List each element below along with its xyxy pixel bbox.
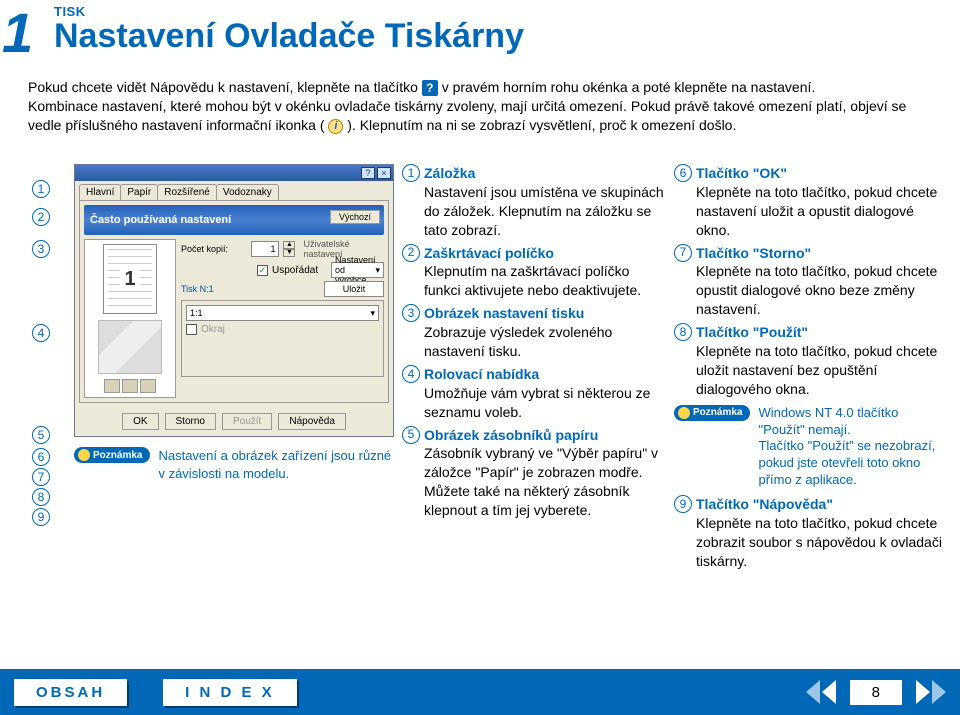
item-title: Záložka [424, 164, 475, 183]
right-note-text: Windows NT 4.0 tlačítko "Použít" nemají.… [758, 405, 948, 489]
item-title: Tlačítko "Storno" [696, 244, 811, 263]
item-number: 3 [402, 304, 420, 322]
apply-button[interactable]: Použít [222, 413, 272, 430]
note-badge: Poznámka [74, 447, 150, 463]
item-title: Obrázek nastavení tisku [424, 304, 584, 323]
next-button[interactable] [916, 680, 946, 704]
preset-select[interactable]: Nastavení od výrobce▾ [331, 262, 384, 278]
info-icon: i [328, 119, 343, 134]
item-number: 2 [402, 244, 420, 262]
preview-pane: 1 [84, 239, 176, 398]
callout-9: 9 [32, 508, 50, 526]
list-item: 5Obrázek zásobníků papíruZásobník vybran… [402, 426, 666, 520]
item-title: Zaškrtávací políčko [424, 244, 554, 263]
list-item: 1ZáložkaNastavení jsou umístěna ve skupi… [402, 164, 666, 240]
list-item: 3Obrázek nastavení tiskuZobrazuje výsled… [402, 304, 666, 361]
intro-paragraph: Pokud chcete vidět Nápovědu k nastavení,… [28, 78, 940, 135]
help-button[interactable]: Nápověda [278, 413, 346, 430]
copies-label: Počet kopií: [181, 244, 247, 254]
index-button[interactable]: I N D E X [163, 679, 297, 706]
list-item: 8Tlačítko "Použít"Klepněte na toto tlačí… [674, 323, 948, 399]
tisk-fieldset: 1:1▾ Okraj [181, 300, 384, 377]
tisk-select[interactable]: 1:1▾ [186, 305, 379, 321]
page-number: 8 [850, 680, 902, 705]
callout-3: 3 [32, 240, 50, 258]
callout-2: 2 [32, 208, 50, 226]
item-number: 7 [674, 244, 692, 262]
item-number: 1 [402, 164, 420, 182]
item-body: Klepnutím na zaškrtávací políčko funkci … [424, 262, 666, 300]
prev-button[interactable] [806, 680, 836, 704]
footer-bar: OBSAH I N D E X 8 [0, 669, 960, 715]
callout-7: 7 [32, 468, 50, 486]
tab-hlavni[interactable]: Hlavní [79, 184, 121, 200]
cancel-button[interactable]: Storno [165, 413, 216, 430]
item-body: Nastavení jsou umístěna ve skupinách do … [424, 183, 666, 240]
save-button[interactable]: Uložit [324, 281, 384, 297]
collate-checkbox[interactable]: ✓ [257, 265, 268, 276]
tab-vodoznaky[interactable]: Vodoznaky [216, 184, 279, 200]
item-body: Klepněte na toto tlačítko, pokud chcete … [696, 183, 948, 240]
item-body: Umožňuje vám vybrat si některou ze sezna… [424, 384, 666, 422]
titlebar: ? × [75, 165, 393, 181]
item-body: Zobrazuje výsledek zvoleného nastavení t… [424, 323, 666, 361]
collate-label: Uspořádat [272, 265, 318, 276]
item-number: 6 [674, 164, 692, 182]
help-icon: ? [422, 80, 438, 96]
callout-5: 5 [32, 426, 50, 444]
list-item: 6Tlačítko "OK"Klepněte na toto tlačítko,… [674, 164, 948, 240]
panel-banner: Často používaná nastavení Výchozí [84, 205, 384, 235]
border-checkbox[interactable] [186, 324, 197, 335]
item-title: Obrázek zásobníků papíru [424, 426, 598, 445]
callout-1: 1 [32, 180, 50, 198]
pin-icon [78, 449, 90, 461]
item-number: 4 [402, 365, 420, 383]
item-title: Rolovací nabídka [424, 365, 539, 384]
item-body: Zásobník vybraný ve "Výběr papíru" v zál… [424, 444, 666, 520]
item-number: 8 [674, 323, 692, 341]
default-button[interactable]: Výchozí [330, 210, 380, 224]
printer-thumb [98, 320, 162, 374]
titlebar-help-button[interactable]: ? [361, 167, 375, 179]
list-item: 2Zaškrtávací políčkoKlepnutím na zaškrtá… [402, 244, 666, 301]
titlebar-close-button[interactable]: × [377, 167, 391, 179]
page-title: Nastavení Ovladače Tiskárny [54, 19, 524, 55]
tisk-label: Tisk N:1 [181, 284, 253, 294]
item-title: Tlačítko "OK" [696, 164, 787, 183]
tab-papir[interactable]: Papír [120, 184, 158, 200]
dialog-screenshot: ? × Hlavní Papír Rozšířené Vodoznaky Čas… [74, 164, 394, 437]
page-thumb: 1 [103, 244, 157, 314]
item-title: Tlačítko "Použít" [696, 323, 808, 342]
copies-input[interactable]: 1 [251, 241, 279, 257]
tab-row: Hlavní Papír Rozšířené Vodoznaky [75, 181, 393, 200]
tab-rozsirene[interactable]: Rozšířené [157, 184, 217, 200]
item-body: Klepněte na toto tlačítko, pokud chcete … [696, 262, 948, 319]
explanation-list-a: 1ZáložkaNastavení jsou umístěna ve skupi… [402, 164, 666, 575]
page-section-number: 1 [2, 0, 33, 65]
obsah-button[interactable]: OBSAH [14, 679, 127, 706]
border-label: Okraj [201, 324, 225, 335]
item-number: 9 [674, 495, 692, 513]
ok-button[interactable]: OK [122, 413, 158, 430]
explanation-list-b: 6Tlačítko "OK"Klepněte na toto tlačítko,… [674, 164, 948, 575]
item-body: Klepněte na toto tlačítko, pokud chcete … [696, 514, 948, 571]
dialog-buttons: OK Storno Použít Nápověda [75, 407, 393, 436]
tray-icons [104, 379, 156, 393]
item-title: Tlačítko "Nápověda" [696, 495, 833, 514]
list-item: 9Tlačítko "Nápověda"Klepněte na toto tla… [674, 495, 948, 571]
item-number: 5 [402, 426, 420, 444]
callout-8: 8 [32, 488, 50, 506]
pin-icon [678, 407, 690, 419]
list-item: 7Tlačítko "Storno"Klepněte na toto tlačí… [674, 244, 948, 320]
callout-4: 4 [32, 324, 50, 342]
note-badge: Poznámka [674, 405, 750, 421]
callout-6: 6 [32, 448, 50, 466]
item-body: Klepněte na toto tlačítko, pokud chcete … [696, 342, 948, 399]
copies-spinner[interactable]: ▲▼ [283, 241, 295, 257]
caption-text: Nastavení a obrázek zařízení jsou různé … [158, 447, 394, 482]
callout-markers: 1 2 3 4 5 6 7 8 9 [20, 164, 66, 524]
list-item: 4Rolovací nabídkaUmožňuje vám vybrat si … [402, 365, 666, 422]
